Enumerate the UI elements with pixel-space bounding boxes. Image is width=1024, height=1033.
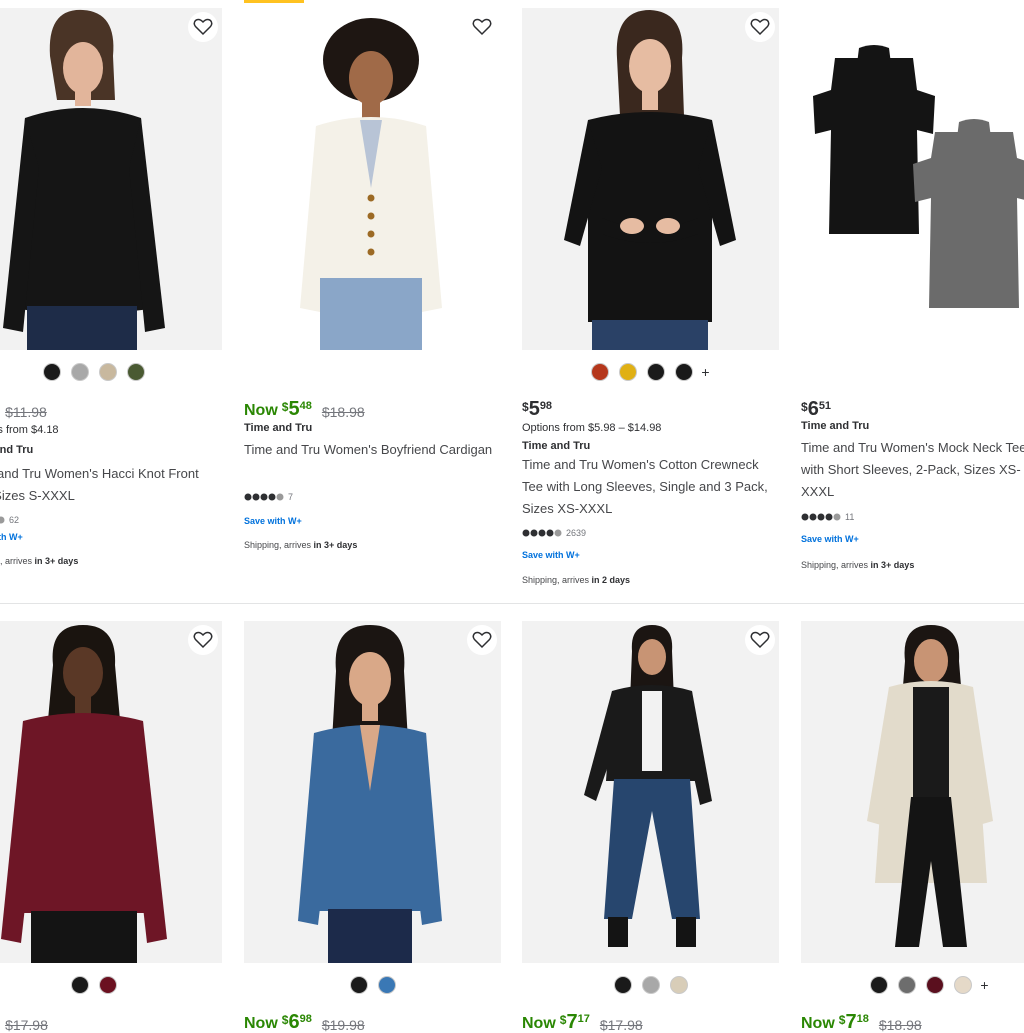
swatch-denim[interactable] <box>377 976 396 994</box>
row-divider <box>0 603 1024 604</box>
product-image[interactable] <box>801 621 1024 963</box>
product-image[interactable] <box>522 621 779 963</box>
product-image[interactable] <box>0 8 222 350</box>
price: Now $ 6 98 $19.98 <box>244 1011 365 1033</box>
swatch-mustard[interactable] <box>619 363 638 381</box>
swatch-charcoal[interactable] <box>898 976 917 994</box>
product-image[interactable] <box>244 621 501 963</box>
price: $ 6 91 $17.98 <box>0 1011 48 1033</box>
shipping-info: Shipping, arrives in 3+ days <box>244 540 358 550</box>
save-with-walmart-plus: Save with W+ <box>522 550 580 560</box>
rating-count: 62 <box>9 515 20 525</box>
color-swatches: + <box>522 360 779 384</box>
rating: 11 <box>801 512 854 522</box>
product-image[interactable] <box>0 621 222 963</box>
price-options: Options from $4.18 <box>0 424 59 436</box>
favorite-heart-icon[interactable] <box>467 625 497 655</box>
price: $ 5 98 <box>522 398 553 420</box>
rating: 62 <box>0 515 19 525</box>
color-swatches <box>0 973 222 997</box>
shipping-info: Shipping, arrives in 2 days <box>522 575 631 585</box>
product-title[interactable]: Time and Tru Women's Hacci Knot Front To… <box>0 463 215 507</box>
rating-count: 7 <box>288 492 294 502</box>
rating-count: 2639 <box>566 528 587 538</box>
swatch-oatmeal[interactable] <box>954 976 973 994</box>
swatch-olive[interactable] <box>126 363 145 381</box>
price: $ 4 59 $11.98 <box>0 398 47 420</box>
favorite-heart-icon[interactable] <box>745 12 775 42</box>
price-options: Options from $5.98 – $14.98 <box>522 422 662 434</box>
favorite-heart-icon[interactable] <box>188 625 218 655</box>
favorite-heart-icon[interactable] <box>467 12 497 42</box>
brand-name: Time and Tru <box>244 422 313 434</box>
product-title[interactable]: Time and Tru Women's Mock Neck Tee with … <box>801 437 1024 503</box>
star-rating-icon <box>0 516 5 524</box>
swatch-oatmeal[interactable] <box>98 363 117 381</box>
was-price: $18.98 <box>321 404 365 420</box>
swatch-cream-stripe[interactable] <box>669 976 688 994</box>
rating: 2639 <box>522 528 586 538</box>
was-price: $17.98 <box>599 1017 643 1033</box>
swatch-heather-gray[interactable] <box>70 363 89 381</box>
price: Now $ 7 17 $17.98 <box>522 1011 643 1033</box>
swatch-black[interactable] <box>613 976 632 994</box>
shipping-info: Shipping, arrives in 3+ days <box>0 556 79 566</box>
favorite-heart-icon[interactable] <box>745 625 775 655</box>
product-image[interactable] <box>244 8 501 350</box>
swatch-burgundy[interactable] <box>98 976 117 994</box>
product-title[interactable]: Time and Tru Women's Boyfriend Cardigan <box>244 439 494 461</box>
save-with-walmart-plus: Save with W+ <box>244 516 302 526</box>
swatch-gray-stripe[interactable] <box>641 976 660 994</box>
brand-name: Time and Tru <box>522 440 591 452</box>
swatch-black[interactable] <box>647 363 666 381</box>
favorite-heart-icon[interactable] <box>188 12 218 42</box>
swatch-black[interactable] <box>349 976 368 994</box>
product-image[interactable] <box>801 8 1024 350</box>
swatch-black[interactable] <box>870 976 889 994</box>
product-title[interactable]: Time and Tru Women's Cotton Crewneck Tee… <box>522 454 772 520</box>
save-with-walmart-plus: Save with W+ <box>801 534 859 544</box>
rating-count: 11 <box>845 512 855 522</box>
price: Now $ 5 48 $18.98 <box>244 398 365 420</box>
price: $ 6 51 <box>801 398 832 420</box>
price: Now $ 7 18 $18.98 <box>801 1011 922 1033</box>
swatch-rust[interactable] <box>591 363 610 381</box>
color-swatches <box>522 973 779 997</box>
rating: 7 <box>244 492 293 502</box>
was-price: $17.98 <box>5 1017 48 1033</box>
was-price: $18.98 <box>878 1017 922 1033</box>
star-rating-icon <box>522 529 562 537</box>
was-price: $11.98 <box>5 404 47 420</box>
product-image[interactable] <box>522 8 779 350</box>
brand-name: Time and Tru <box>0 444 34 456</box>
swatch-black[interactable] <box>42 363 61 381</box>
swatch-burgundy[interactable] <box>926 976 945 994</box>
more-colors-indicator[interactable]: + <box>701 364 709 380</box>
color-swatches <box>0 360 222 384</box>
star-rating-icon <box>801 513 841 521</box>
more-colors-indicator[interactable]: + <box>980 977 988 993</box>
color-swatches <box>244 973 501 997</box>
color-swatches: + <box>801 973 1024 997</box>
top-badge-edge <box>244 0 304 3</box>
star-rating-icon <box>244 493 284 501</box>
shipping-info: Shipping, arrives in 3+ days <box>801 560 915 570</box>
was-price: $19.98 <box>321 1017 365 1033</box>
swatch-navy[interactable] <box>675 363 694 381</box>
swatch-black[interactable] <box>70 976 89 994</box>
brand-name: Time and Tru <box>801 420 870 432</box>
save-with-walmart-plus: Save with W+ <box>0 532 23 542</box>
